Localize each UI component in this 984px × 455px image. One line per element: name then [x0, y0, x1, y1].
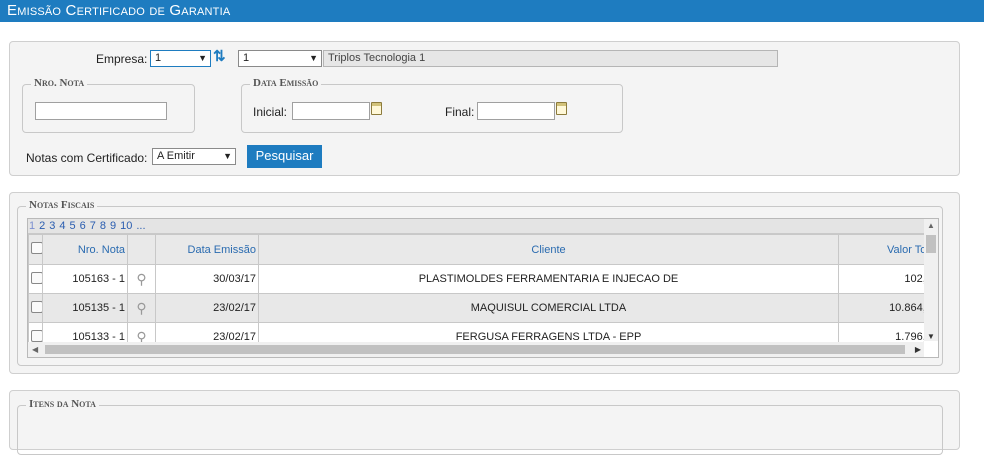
- scroll-thumb[interactable]: [45, 345, 905, 354]
- cell-data: 23/02/17: [155, 293, 259, 323]
- empresa-name-field: Triplos Tecnologia 1: [323, 50, 778, 67]
- chevron-down-icon: ▼: [223, 151, 232, 161]
- empresa-select-value: 1: [155, 52, 162, 64]
- empresa-select[interactable]: 1 ▼: [150, 50, 211, 67]
- chevron-down-icon: ▼: [198, 53, 207, 63]
- table-row[interactable]: 105135 - 1 ⚲ 23/02/17 MAQUISUL COMERCIAL…: [28, 293, 938, 323]
- page-link[interactable]: 6: [80, 220, 86, 232]
- page-link[interactable]: 10: [120, 220, 132, 232]
- col-header-cliente[interactable]: Cliente: [258, 234, 839, 265]
- page-title: Emissão Certificado de Garantia: [0, 0, 984, 22]
- itens-group: Itens da Nota: [17, 398, 943, 455]
- table-header-row: Nro. Nota Data Emissão Cliente Valor Tot…: [28, 234, 938, 265]
- scroll-left-icon[interactable]: ◀: [32, 345, 38, 354]
- empresa2-select-value: 1: [243, 52, 250, 64]
- nro-nota-group: Nro. Nota: [22, 77, 195, 133]
- calendar-icon[interactable]: [371, 102, 382, 115]
- page-link[interactable]: 8: [100, 220, 106, 232]
- scroll-right-icon[interactable]: ▶: [915, 345, 921, 354]
- filter-panel: Empresa: 1 ▼ ⇅ 1 ▼ Triplos Tecnologia 1 …: [9, 41, 960, 176]
- pager: 1 2 3 4 5 6 7 8 9 10...: [28, 219, 925, 234]
- search-button[interactable]: Pesquisar: [247, 145, 322, 168]
- page-link[interactable]: 1: [29, 220, 35, 232]
- select-all-checkbox[interactable]: [28, 234, 43, 265]
- cell-data: 30/03/17: [155, 264, 259, 294]
- horizontal-scrollbar[interactable]: ◀ ▶: [28, 342, 925, 357]
- inicial-label: Inicial:: [253, 105, 288, 119]
- data-emissao-legend: Data Emissão: [250, 77, 322, 89]
- magnifier-icon[interactable]: ⚲: [127, 293, 156, 323]
- empresa2-select[interactable]: 1 ▼: [238, 50, 322, 67]
- certificado-label: Notas com Certificado:: [26, 151, 148, 165]
- cell-nro: 105135 - 1: [42, 293, 128, 323]
- calendar-icon[interactable]: [556, 102, 567, 115]
- scroll-down-icon[interactable]: ▼: [927, 332, 935, 341]
- chevron-down-icon: ▼: [309, 53, 318, 63]
- empresa-label: Empresa:: [96, 52, 148, 66]
- row-checkbox[interactable]: [28, 264, 43, 294]
- scroll-thumb[interactable]: [926, 235, 936, 253]
- page-link[interactable]: 7: [90, 220, 96, 232]
- notas-grid: 1 2 3 4 5 6 7 8 9 10... Nro. Nota Data Emissão Cl…: [27, 218, 939, 358]
- page-link[interactable]: 5: [70, 220, 76, 232]
- cell-cliente: PLASTIMOLDES FERRAMENTARIA E INJECAO DE: [258, 264, 839, 294]
- cell-cliente: MAQUISUL COMERCIAL LTDA: [258, 293, 839, 323]
- certificado-select-value: A Emitir: [157, 150, 195, 162]
- col-header-nro[interactable]: Nro. Nota: [42, 234, 128, 265]
- page-link[interactable]: ...: [136, 220, 145, 232]
- notas-table: Nro. Nota Data Emissão Cliente Valor Tot…: [28, 234, 938, 352]
- final-input[interactable]: [477, 102, 555, 120]
- inicial-input[interactable]: [292, 102, 370, 120]
- nro-nota-input[interactable]: [35, 102, 167, 120]
- itens-legend: Itens da Nota: [26, 398, 99, 410]
- table-row[interactable]: 105163 - 1 ⚲ 30/03/17 PLASTIMOLDES FERRA…: [28, 264, 938, 294]
- scroll-corner: [924, 341, 938, 357]
- magnifier-icon[interactable]: ⚲: [127, 264, 156, 294]
- notas-legend: Notas Fiscais: [26, 199, 98, 211]
- nro-nota-legend: Nro. Nota: [31, 77, 88, 89]
- scroll-up-icon[interactable]: ▲: [927, 221, 935, 230]
- col-header-detail: [127, 234, 156, 265]
- cell-nro: 105163 - 1: [42, 264, 128, 294]
- final-label: Final:: [445, 105, 475, 119]
- refresh-icon[interactable]: ⇅: [213, 49, 226, 65]
- page-link[interactable]: 9: [110, 220, 116, 232]
- vertical-scrollbar[interactable]: ▲ ▼: [924, 219, 938, 343]
- row-checkbox[interactable]: [28, 293, 43, 323]
- page-link[interactable]: 3: [49, 220, 55, 232]
- col-header-data[interactable]: Data Emissão: [155, 234, 259, 265]
- page-link[interactable]: 2: [39, 220, 45, 232]
- certificado-select[interactable]: A Emitir ▼: [152, 148, 236, 165]
- data-emissao-group: Data Emissão Inicial: Final:: [241, 77, 623, 133]
- page-link[interactable]: 4: [59, 220, 65, 232]
